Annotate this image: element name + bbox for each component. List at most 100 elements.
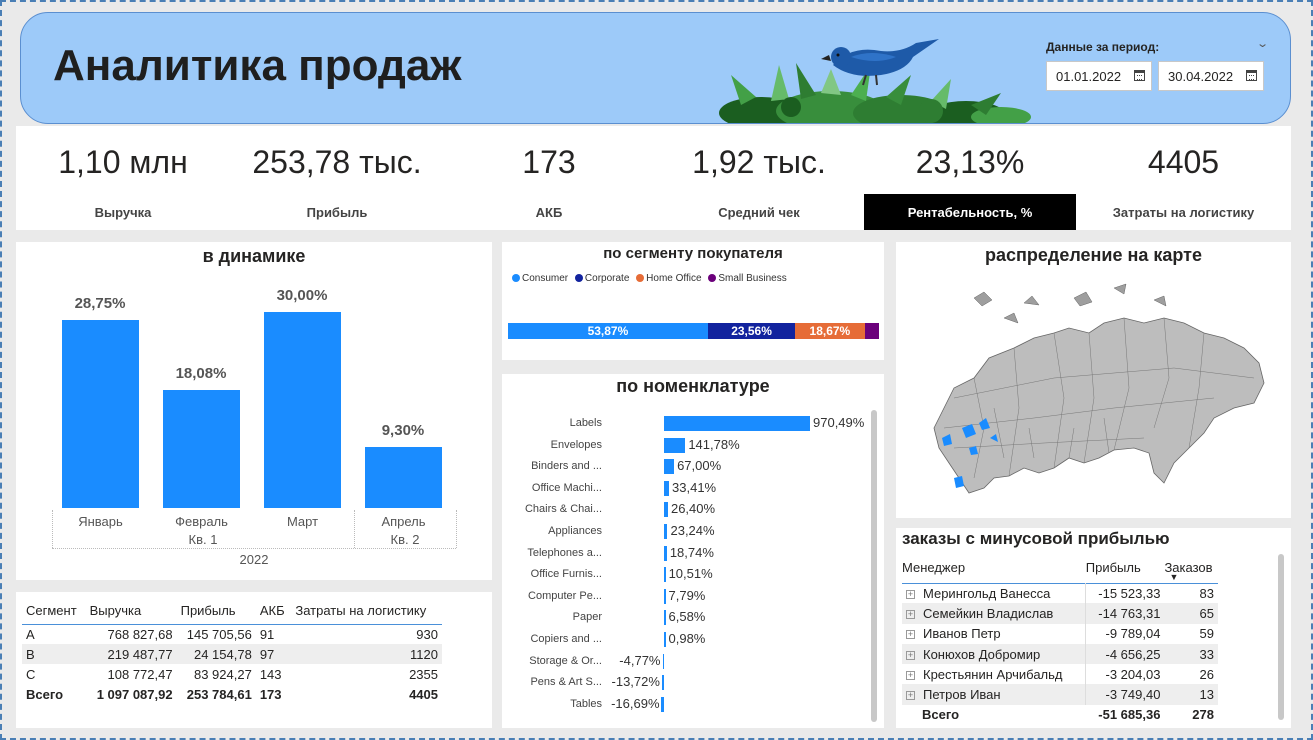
expand-icon[interactable]: + <box>906 650 915 660</box>
chart-row[interactable]: Telephones a... 18,74% <box>502 544 872 564</box>
chart-bar[interactable] <box>664 545 667 561</box>
table-row[interactable]: + Крестьянин Арчибальд -3 204,03 26 <box>902 664 1218 685</box>
chart-row[interactable]: Computer Pe... 7,79% <box>502 587 872 607</box>
negative-profit-panel: заказы с минусовой прибылью Менеджер При… <box>896 528 1291 728</box>
chart-bar[interactable] <box>664 437 686 453</box>
table-cell: 1120 <box>410 646 438 662</box>
chart-row[interactable]: Office Machi... 33,41% <box>502 479 872 499</box>
table-cell: 143 <box>259 666 282 682</box>
calendar-icon[interactable] <box>1134 70 1145 81</box>
table-row[interactable]: B 219 487,77 24 154,78 97 1120 <box>22 644 442 664</box>
column-header[interactable]: АКБ <box>256 598 292 624</box>
table-cell: -15 523,33 <box>1085 583 1165 604</box>
manager-name: Иванов Петр <box>923 626 1001 642</box>
stack-segment[interactable]: 18,67% <box>795 323 865 339</box>
chart-row[interactable]: Labels 970,49% <box>502 414 872 434</box>
table-row[interactable]: + Семейкин Владислав -14 763,31 65 <box>902 603 1218 624</box>
table-cell: 97 <box>259 646 275 662</box>
sort-desc-icon[interactable]: ▼ <box>1169 572 1178 582</box>
kpi-value: 173 <box>522 144 576 180</box>
chart-bar[interactable] <box>664 480 670 496</box>
chart-bar[interactable] <box>664 416 810 431</box>
legend-entry[interactable]: Corporate <box>585 273 629 284</box>
chart-bar[interactable] <box>664 459 675 475</box>
manager-cell: + Иванов Петр <box>902 624 1086 644</box>
expand-icon[interactable]: + <box>906 589 915 599</box>
chart-row[interactable]: Appliances 23,24% <box>502 522 872 542</box>
table-row[interactable]: + Конюхов Добромир -4 656,25 33 <box>902 643 1218 665</box>
chevron-down-icon[interactable]: ⌄ <box>1256 37 1269 50</box>
table-cell: -14 763,31 <box>1085 603 1165 624</box>
kpi-logistics[interactable]: 4405 Затраты на логистику <box>1076 126 1291 230</box>
chart-row[interactable]: Office Furnis... 10,51% <box>502 565 872 585</box>
chart-bar[interactable] <box>664 502 668 518</box>
chart-bar[interactable] <box>163 389 240 508</box>
column-header[interactable]: Прибыль <box>1086 553 1165 583</box>
date-from-input[interactable]: 01.01.2022 <box>1046 61 1152 91</box>
table-row[interactable]: + Мерингольд Ванесса -15 523,33 83 <box>902 583 1218 604</box>
chart-bar[interactable] <box>264 312 341 508</box>
legend-entry[interactable]: Home Office <box>646 273 701 284</box>
expand-icon[interactable]: + <box>906 670 915 680</box>
calendar-icon[interactable] <box>1246 70 1257 81</box>
chart-row[interactable]: Chairs & Chai... 26,40% <box>502 500 872 520</box>
category-label: Copiers and ... <box>530 633 602 645</box>
kpi-akb[interactable]: 173 АКБ <box>444 126 654 230</box>
chart-bar[interactable] <box>62 320 139 508</box>
chart-row[interactable]: Storage & Or... -4,77% <box>502 652 872 672</box>
table-cell: 1 097 087,92 <box>96 686 173 702</box>
table-cell: 91 <box>259 626 275 642</box>
nomenclature-title: по номенклатуре <box>616 376 770 396</box>
chart-bar[interactable] <box>664 567 666 583</box>
russia-map[interactable] <box>914 278 1274 508</box>
map-region[interactable] <box>933 317 1265 494</box>
date-to-input[interactable]: 30.04.2022 <box>1158 61 1264 91</box>
stack-segment[interactable]: 53,87% <box>508 323 708 339</box>
scrollbar[interactable] <box>1278 554 1284 720</box>
kpi-label: Затраты на логистику <box>1112 205 1255 220</box>
column-header[interactable]: Сегмент <box>22 598 86 624</box>
table-row[interactable]: + Иванов Петр -9 789,04 59 <box>902 623 1218 644</box>
chart-row[interactable]: Pens & Art S... -13,72% <box>502 673 872 693</box>
chart-row[interactable]: Paper 6,58% <box>502 608 872 628</box>
column-header[interactable]: Затраты на логистику <box>291 598 442 624</box>
header-banner: Аналитика продаж Данные за период: ⌄ 01.… <box>20 12 1291 124</box>
chart-row[interactable]: Tables -16,69% <box>502 695 872 715</box>
chart-bar[interactable] <box>365 447 442 508</box>
column-header-sorted[interactable]: Заказов ▼ <box>1164 553 1218 583</box>
chart-bar[interactable] <box>664 610 666 626</box>
column-header[interactable]: Выручка <box>86 598 177 624</box>
chart-row[interactable]: Copiers and ... 0,98% <box>502 630 872 650</box>
chart-bar[interactable] <box>664 588 666 604</box>
column-header[interactable]: Прибыль <box>177 598 256 624</box>
expand-icon[interactable]: + <box>906 630 915 640</box>
expand-icon[interactable]: + <box>906 691 915 701</box>
stack-segment[interactable] <box>864 323 879 339</box>
legend-marker <box>636 274 645 282</box>
category-label: Office Machi... <box>531 481 602 494</box>
kpi-revenue[interactable]: 1,10 млн Выручка <box>16 126 230 230</box>
kpi-avg-check[interactable]: 1,92 тыс. Средний чек <box>654 126 864 230</box>
chart-row[interactable]: Binders and ... 67,00% <box>502 457 872 477</box>
scrollbar[interactable] <box>871 410 877 722</box>
table-cell: Всего <box>922 707 960 723</box>
chart-bar[interactable] <box>664 524 668 539</box>
expand-icon[interactable]: + <box>906 609 915 619</box>
chart-bar[interactable] <box>661 675 664 691</box>
legend-entry[interactable]: Small Business <box>718 273 786 284</box>
stack-segment[interactable]: 23,56% <box>707 323 796 339</box>
column-header[interactable]: Менеджер <box>902 553 1086 583</box>
chart-bar[interactable] <box>664 632 666 647</box>
category-label: Pens & Art S... <box>530 676 602 689</box>
chart-bar[interactable] <box>662 653 664 669</box>
chart-bar[interactable] <box>661 696 664 712</box>
table-row[interactable]: A 768 827,68 145 705,56 91 930 <box>22 624 442 644</box>
table-row[interactable]: C 108 772,47 83 924,27 143 2355 <box>22 664 442 684</box>
bird-foliage-illustration <box>719 39 1031 123</box>
legend-entry[interactable]: Consumer <box>522 273 568 284</box>
kpi-profitability[interactable]: 23,13% Рентабельность, % <box>864 126 1076 230</box>
chart-row[interactable]: Envelopes 141,78% <box>502 436 872 456</box>
table-row[interactable]: + Петров Иван -3 749,40 13 <box>902 684 1218 705</box>
kpi-profit[interactable]: 253,78 тыс. Прибыль <box>230 126 444 230</box>
table-cell: 65 <box>1199 605 1214 621</box>
